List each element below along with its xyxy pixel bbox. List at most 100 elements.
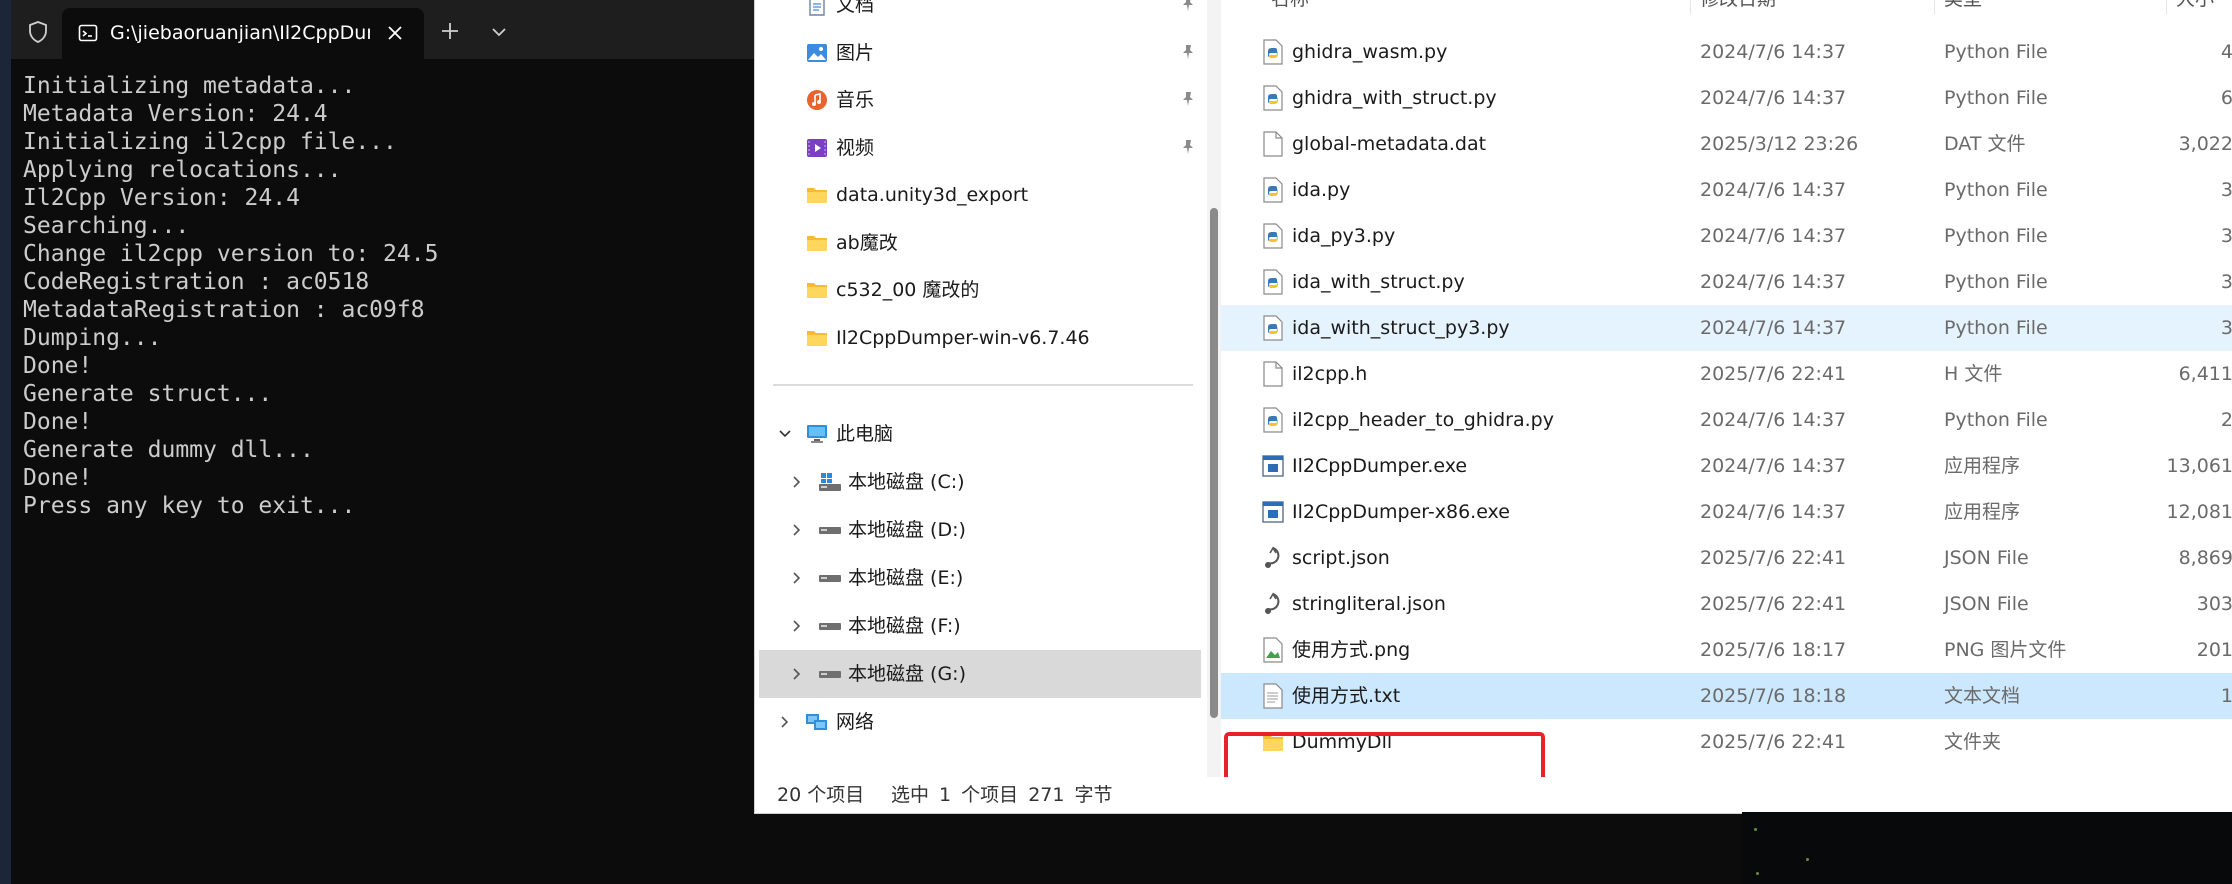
file-date: 2025/7/6 22:41 — [1700, 593, 1847, 615]
file-type: 应用程序 — [1944, 455, 2021, 477]
nav-item-folder[interactable]: c532_00 魔改的 — [755, 266, 1201, 314]
blank-file-icon — [1262, 361, 1284, 387]
network-icon — [806, 714, 827, 730]
file-size: 4 — [2220, 41, 2232, 63]
column-header-size[interactable]: 大小 — [2176, 0, 2214, 14]
nav-label: 此电脑 — [836, 423, 894, 445]
python-file-icon — [1262, 269, 1284, 295]
file-row[interactable]: Il2CppDumper-x86.exe 2024/7/6 14:37 应用程序 12… — [1221, 489, 2232, 535]
file-row[interactable]: global-metadata.dat 2025/3/12 23:26 DAT 文件… — [1221, 121, 2232, 167]
file-name: 使用方式.png — [1292, 639, 1411, 661]
pin-icon[interactable] — [1179, 43, 1197, 61]
file-size: 2 — [2220, 409, 2232, 431]
nav-item-network[interactable]: 网络 — [755, 698, 1201, 746]
file-date: 2024/7/6 14:37 — [1700, 179, 1847, 201]
file-row[interactable]: ida_with_struct.py 2024/7/6 14:37 Python F… — [1221, 259, 2232, 305]
nav-item-folder[interactable]: data.unity3d_export — [755, 171, 1201, 219]
column-headers: 名称 修改日期 类型 大小 — [1221, 0, 2232, 14]
terminal-tab[interactable]: G:\jiebaoruanjian\Il2CppDum — [62, 8, 424, 59]
file-list[interactable]: 名称 修改日期 类型 大小 ghidra_wasm.py 2024/7/6 14:… — [1221, 0, 2232, 777]
close-icon[interactable] — [384, 22, 406, 44]
file-name: ghidra_with_struct.py — [1292, 87, 1497, 109]
file-row[interactable]: ghidra_wasm.py 2024/7/6 14:37 Python File 4 — [1221, 29, 2232, 75]
terminal-window[interactable]: G:\jiebaoruanjian\Il2CppDum Initializing… — [11, 0, 756, 884]
nav-item-folder[interactable]: Il2CppDumper-win-v6.7.46 — [755, 314, 1201, 362]
chevron-right-icon[interactable] — [788, 569, 806, 587]
python-file-icon — [1262, 177, 1284, 203]
console-line: Searching... — [23, 213, 190, 239]
chevron-right-icon[interactable] — [788, 665, 806, 683]
nav-item-pictures[interactable]: 图片 — [755, 29, 1201, 77]
console-line: Metadata Version: 24.4 — [23, 101, 328, 127]
column-divider[interactable] — [1934, 0, 1935, 14]
file-row[interactable]: script.json 2025/7/6 22:41 JSON File 8,869 — [1221, 535, 2232, 581]
nav-label: 本地磁盘 (F:) — [848, 615, 961, 637]
column-header-date[interactable]: 修改日期 — [1700, 0, 1776, 14]
nav-label: 网络 — [836, 711, 875, 733]
file-type: H 文件 — [1944, 363, 2003, 385]
nav-item-folder[interactable]: ab魔改 — [755, 219, 1201, 267]
nav-label: 本地磁盘 (G:) — [848, 663, 966, 685]
file-name: ida_py3.py — [1292, 225, 1396, 247]
documents-icon — [809, 0, 825, 16]
nav-item-drive-e[interactable]: 本地磁盘 (E:) — [755, 554, 1201, 602]
chevron-right-icon[interactable] — [788, 617, 806, 635]
console-line: Press any key to exit... — [23, 493, 356, 519]
column-header-name[interactable]: 名称 — [1271, 0, 1309, 14]
file-row[interactable]: ida_py3.py 2024/7/6 14:37 Python File 3 — [1221, 213, 2232, 259]
nav-divider — [773, 384, 1193, 386]
nav-item-drive-c[interactable]: 本地磁盘 (C:) — [755, 458, 1201, 506]
nav-item-drive-d[interactable]: 本地磁盘 (D:) — [755, 506, 1201, 554]
chevron-right-icon[interactable] — [776, 713, 794, 731]
chevron-right-icon[interactable] — [788, 473, 806, 491]
file-row[interactable]: stringliteral.json 2025/7/6 22:41 JSON Fil… — [1221, 581, 2232, 627]
column-divider[interactable] — [2166, 0, 2167, 14]
navigation-pane[interactable]: 文档 图片 音乐 视频 data.unity3d_export ab魔改 c53… — [755, 0, 1201, 777]
windows-drive-icon — [819, 473, 841, 491]
file-row[interactable]: ida_with_struct_py3.py 2024/7/6 14:37 Pyth… — [1221, 305, 2232, 351]
exe-file-icon — [1262, 453, 1284, 479]
column-divider[interactable] — [1690, 0, 1691, 14]
file-row[interactable]: ghidra_with_struct.py 2024/7/6 14:37 Pytho… — [1221, 75, 2232, 121]
pin-icon[interactable] — [1179, 138, 1197, 156]
file-row[interactable]: 使用方式.txt 2025/7/6 18:18 文本文档 1 — [1221, 673, 2232, 719]
file-row[interactable]: il2cpp.h 2025/7/6 22:41 H 文件 6,411 — [1221, 351, 2232, 397]
terminal-tab-bar: G:\jiebaoruanjian\Il2CppDum — [11, 0, 756, 59]
nav-item-this-pc[interactable]: 此电脑 — [755, 410, 1201, 458]
nav-item-videos[interactable]: 视频 — [755, 124, 1201, 172]
file-date: 2024/7/6 14:37 — [1700, 501, 1847, 523]
nav-item-drive-g[interactable]: 本地磁盘 (G:) — [759, 650, 1201, 698]
file-row[interactable]: Il2CppDumper.exe 2024/7/6 14:37 应用程序 13,061 — [1221, 443, 2232, 489]
pin-icon[interactable] — [1179, 90, 1197, 108]
console-output[interactable]: Initializing metadata... Metadata Versio… — [23, 72, 438, 520]
column-header-type[interactable]: 类型 — [1944, 0, 1982, 14]
file-type: Python File — [1944, 225, 2048, 247]
nav-item-documents[interactable]: 文档 — [755, 0, 1201, 29]
nav-item-drive-f[interactable]: 本地磁盘 (F:) — [755, 602, 1201, 650]
file-row[interactable]: il2cpp_header_to_ghidra.py 2024/7/6 14:37… — [1221, 397, 2232, 443]
file-row[interactable]: ida.py 2024/7/6 14:37 Python File 3 — [1221, 167, 2232, 213]
file-date: 2024/7/6 14:37 — [1700, 317, 1847, 339]
chevron-down-icon[interactable] — [776, 425, 794, 443]
chevron-right-icon[interactable] — [788, 521, 806, 539]
python-file-icon — [1262, 39, 1284, 65]
nav-scrollbar-thumb[interactable] — [1210, 208, 1218, 718]
nav-label: 本地磁盘 (D:) — [848, 519, 966, 541]
file-type: Python File — [1944, 317, 2048, 339]
nav-item-music[interactable]: 音乐 — [755, 76, 1201, 124]
json-file-icon — [1262, 545, 1284, 571]
chevron-down-icon[interactable] — [489, 22, 509, 42]
plus-icon[interactable] — [439, 20, 461, 42]
nav-label: 文档 — [836, 0, 875, 16]
file-date: 2024/7/6 14:37 — [1700, 87, 1847, 109]
exe-file-icon — [1262, 499, 1284, 525]
shield-icon[interactable] — [26, 20, 50, 44]
file-date: 2025/7/6 22:41 — [1700, 363, 1847, 385]
console-line: Initializing il2cpp file... — [23, 129, 397, 155]
file-type: DAT 文件 — [1944, 133, 2026, 155]
console-line: Generate dummy dll... — [23, 437, 314, 463]
file-row[interactable]: 使用方式.png 2025/7/6 18:17 PNG 图片文件 201 — [1221, 627, 2232, 673]
pin-icon[interactable] — [1179, 0, 1197, 13]
file-name: script.json — [1292, 547, 1390, 569]
file-date: 2025/3/12 23:26 — [1700, 133, 1859, 155]
